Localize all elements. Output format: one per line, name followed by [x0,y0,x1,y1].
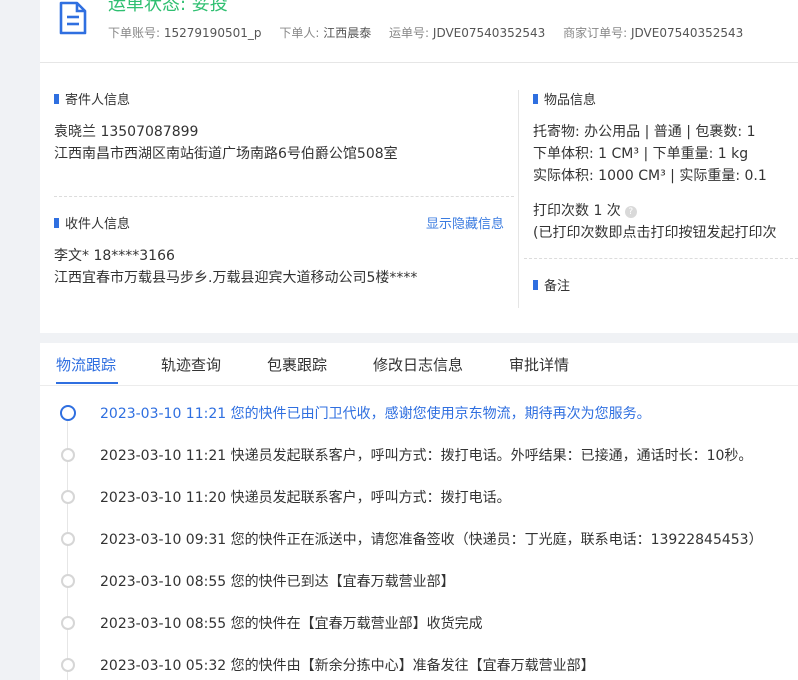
print-count-label: 打印次数 1 次 [533,203,621,219]
goods-line-actual-volume: 实际体积: 1000 CM³ | 实际重量: 0.1 [533,168,767,184]
print-count-row: 打印次数 1 次? [533,200,637,220]
document-icon [59,1,87,35]
tab-package-tracking[interactable]: 包裹跟踪 [267,354,327,375]
meta-key-account: 下单账号: [108,26,161,40]
waybill-status: 运单状态: 妥投 [108,0,228,15]
panel-gap [40,333,798,343]
column-divider [518,90,519,308]
timeline-dot [61,658,75,672]
goods-section-title: 物品信息 [533,89,596,108]
meta-key-merchant-order: 商家订单号: [563,26,628,40]
print-count-note: (已打印次数即点击打印按钮发起打印次 [533,225,777,241]
meta-value-account: 15279190501_p [163,26,262,40]
receiver-address: 江西宜春市万载县马步乡.万载县迎宾大道移动公司5楼**** [54,270,418,286]
sender-section-title: 寄件人信息 [54,89,130,108]
show-hidden-info-link[interactable]: 显示隐藏信息 [426,213,504,232]
timeline-item: 2023-03-10 08:55 您的快件在【宜春万载营业部】收货完成 [100,616,483,632]
timeline-dot [61,616,75,630]
goods-line-contents: 托寄物: 办公用品 | 普通 | 包裹数: 1 [533,124,756,140]
timeline-item: 2023-03-10 11:20 快递员发起联系客户，呼叫方式：拨打电话。 [100,490,511,506]
info-panel [40,63,798,333]
meta-key-waybill: 运单号: [389,26,430,40]
meta-value-orderer: 江西晨泰 [323,26,372,40]
left-gutter [0,0,40,680]
receiver-section-title: 收件人信息 [54,213,130,232]
waybill-meta-row: 下单账号: 15279190501_p 下单人: 江西晨泰 运单号: JDVE0… [108,24,757,41]
goods-divider [524,258,798,259]
section-divider [54,196,514,197]
meta-key-orderer: 下单人: [279,26,320,40]
timeline-dot [61,532,75,546]
timeline-item: 2023-03-10 09:31 您的快件正在派送中，请您准备签收（快递员：丁光… [100,532,763,548]
timeline-dot [61,448,75,462]
timeline-item: 2023-03-10 11:21 快递员发起联系客户，呼叫方式：拨打电话。外呼结… [100,448,753,464]
remark-section-title: 备注 [533,275,570,294]
sender-name-phone: 袁晓兰 13507087899 [54,124,199,140]
timeline-item: 2023-03-10 05:32 您的快件由【新余分拣中心】准备发往【宜春万载营… [100,658,595,674]
tab-change-log[interactable]: 修改日志信息 [373,354,463,375]
timeline-dot [61,490,75,504]
receiver-name-phone: 李文* 18****3166 [54,248,175,264]
goods-line-order-volume: 下单体积: 1 CM³ | 下单重量: 1 kg [533,146,749,162]
timeline-dot [61,574,75,588]
meta-value-merchant-order: JDVE07540352543 [630,26,744,40]
help-icon[interactable]: ? [624,206,637,218]
tab-logistics-tracking[interactable]: 物流跟踪 [56,354,116,375]
active-tab-indicator [56,382,118,384]
timeline-item: 2023-03-10 11:21 您的快件已由门卫代收，感谢您使用京东物流，期待… [100,406,651,422]
tab-approval-details[interactable]: 审批详情 [509,354,569,375]
tab-track-query[interactable]: 轨迹查询 [161,354,221,375]
timeline-item: 2023-03-10 08:55 您的快件已到达【宜春万载营业部】 [100,574,455,590]
sender-address: 江西南昌市西湖区南站街道广场南路6号伯爵公馆508室 [54,146,398,162]
timeline-dot-active [60,405,76,421]
meta-value-waybill: JDVE07540352543 [432,26,546,40]
